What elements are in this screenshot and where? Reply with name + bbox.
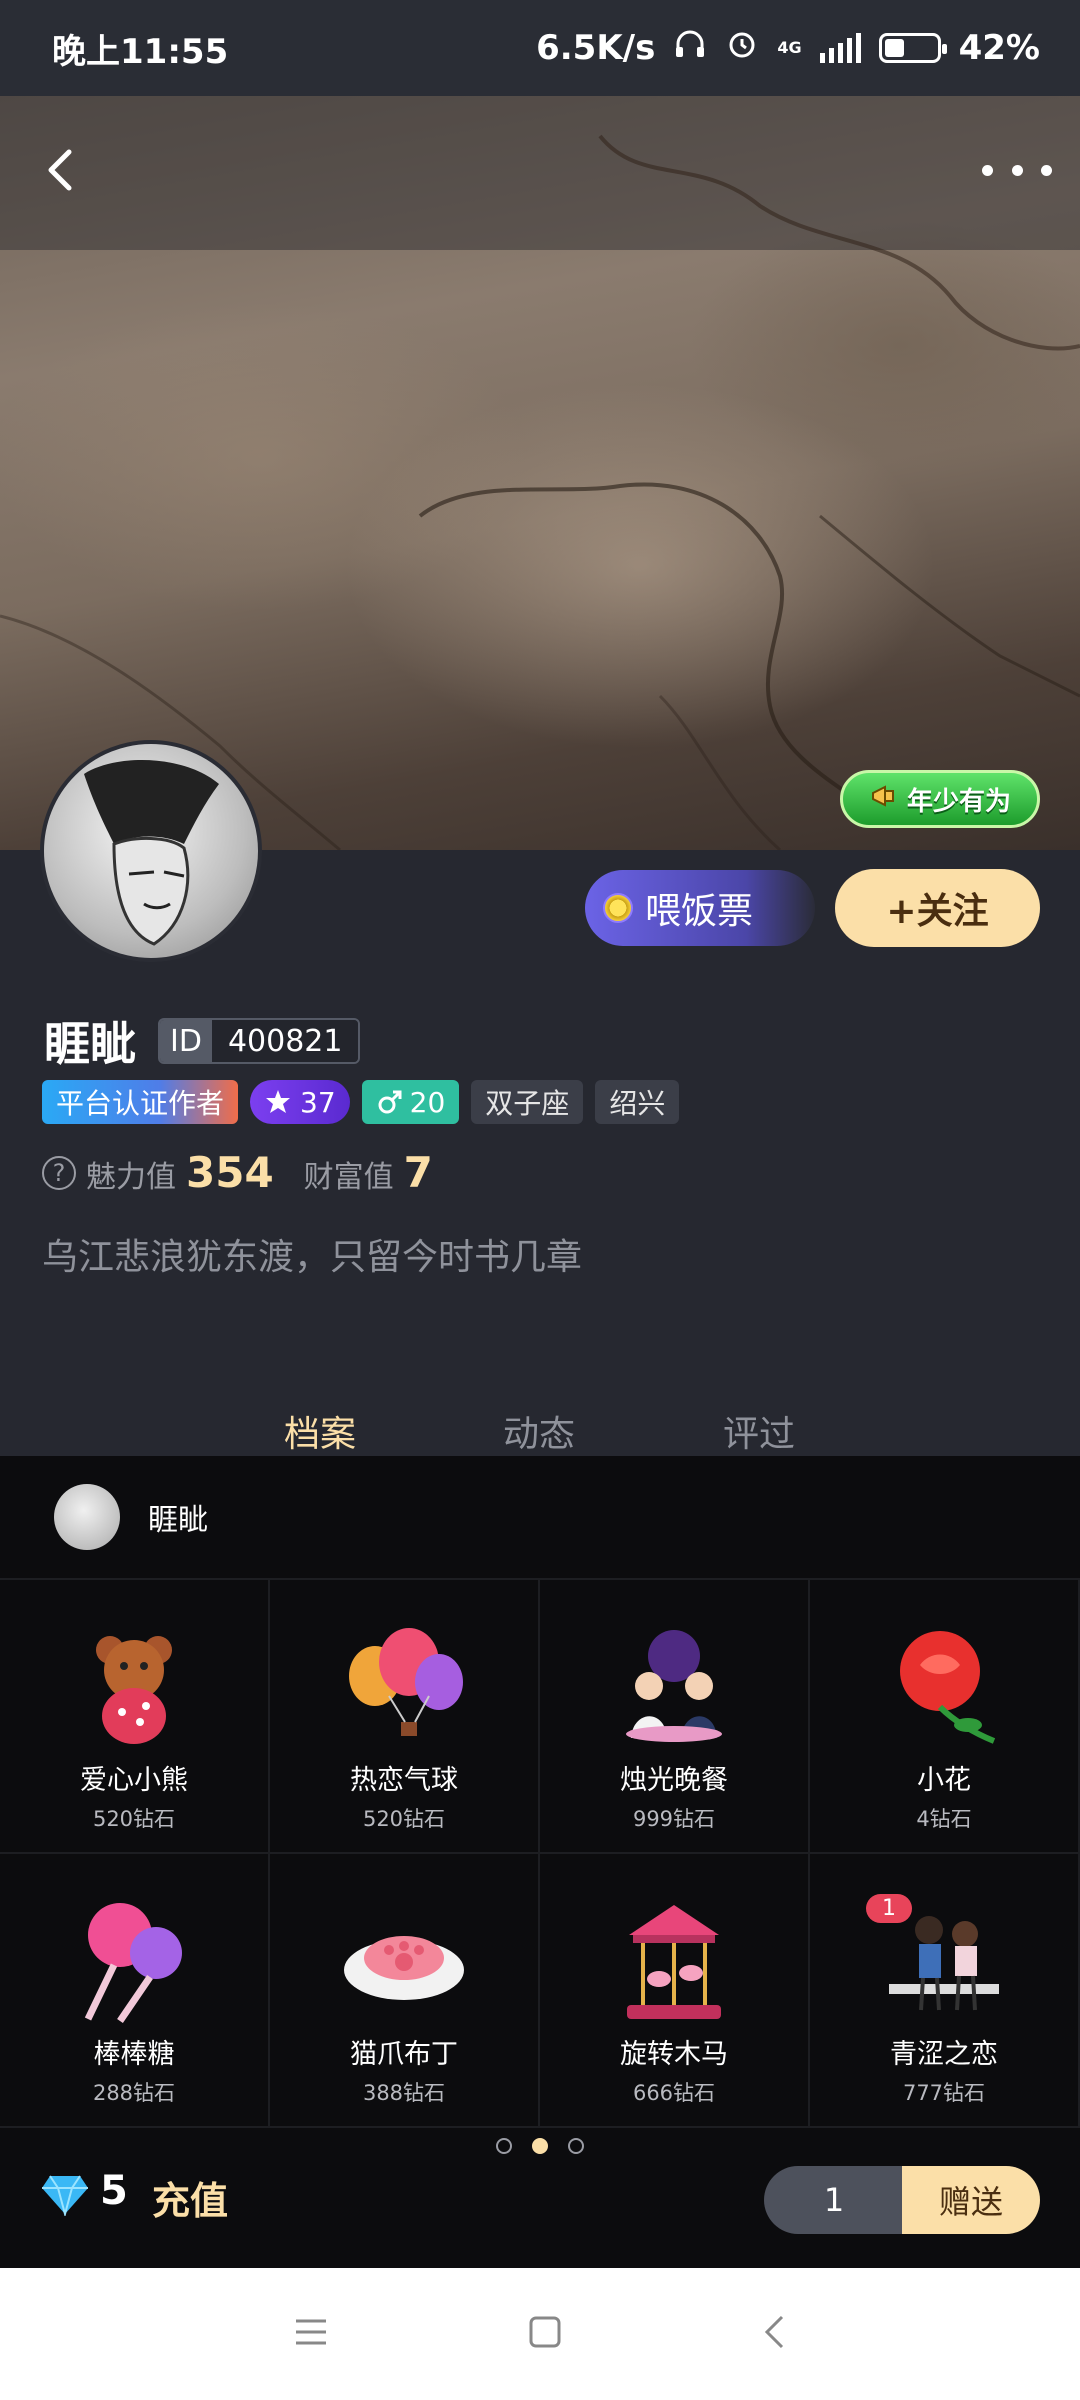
net-speed: 6.5K/s bbox=[536, 28, 656, 68]
lollipop-icon bbox=[64, 1890, 204, 2030]
tab-reviewed[interactable]: 评过 bbox=[723, 1405, 795, 1457]
gift-item[interactable]: 热恋气球 520钻石 bbox=[270, 1580, 540, 1854]
gift-price: 520钻石 bbox=[92, 1807, 176, 1831]
network-type: 4G bbox=[777, 38, 802, 57]
send-gift-button[interactable]: 赠送 bbox=[902, 2166, 1040, 2234]
diamond-balance: 5 bbox=[100, 2168, 128, 2214]
battery-percent: 42% bbox=[958, 28, 1040, 68]
follow-button[interactable]: +关注 bbox=[835, 869, 1040, 947]
status-indicators: 6.5K/s 4G 42% bbox=[536, 27, 1040, 70]
gift-item[interactable]: 爱心小熊 520钻石 bbox=[0, 1580, 270, 1854]
age-value: 20 bbox=[409, 1085, 446, 1119]
rose-icon bbox=[874, 1616, 1014, 1756]
tab-archive[interactable]: 档案 bbox=[284, 1405, 356, 1457]
gift-name: 旋转木马 bbox=[620, 2039, 728, 2070]
megaphone-icon bbox=[869, 781, 899, 818]
gender-age-tag: 20 bbox=[361, 1080, 460, 1124]
profile-stats: ? 魅力值 354 财富值 7 bbox=[42, 1148, 453, 1197]
menu-icon[interactable] bbox=[294, 2317, 328, 2351]
coin-icon bbox=[603, 893, 633, 923]
gift-count-badge: 1 bbox=[866, 1894, 912, 1923]
status-time: 晚上11:55 bbox=[52, 31, 229, 72]
profile-tags: 平台认证作者 37 20 双子座 绍兴 bbox=[42, 1080, 680, 1124]
recipient-name: 睚眦 bbox=[148, 1503, 208, 1538]
gift-item[interactable]: 旋转木马 666钻石 bbox=[540, 1854, 810, 2128]
certified-author-tag[interactable]: 平台认证作者 bbox=[42, 1080, 239, 1124]
feed-ticket-label: 喂饭票 bbox=[645, 891, 754, 932]
youth-badge-label: 年少有为 bbox=[906, 786, 1011, 817]
id-value: 400821 bbox=[211, 1020, 359, 1062]
user-id-box: ID 400821 bbox=[158, 1018, 361, 1064]
signal-icon bbox=[819, 33, 861, 63]
name-row: 睚眦 ID 400821 bbox=[44, 1008, 361, 1074]
gift-price: 999钻石 bbox=[632, 1807, 716, 1831]
hot-air-balloon-icon bbox=[334, 1616, 474, 1756]
avatar[interactable] bbox=[40, 740, 262, 962]
gift-item[interactable]: 烛光晚餐 999钻石 bbox=[540, 1580, 810, 1854]
gift-item[interactable]: 猫爪布丁 388钻石 bbox=[270, 1854, 540, 2128]
back-button[interactable] bbox=[30, 140, 90, 200]
gift-name: 热恋气球 bbox=[350, 1765, 458, 1796]
profile-banner bbox=[0, 96, 1080, 850]
tab-moments[interactable]: 动态 bbox=[503, 1405, 575, 1457]
gift-action-row: 5 充值 1 赠送 bbox=[0, 2148, 1080, 2268]
gift-recipient-row: 睚眦 bbox=[0, 1456, 1080, 1580]
back-nav-icon[interactable] bbox=[762, 2314, 786, 2354]
youth-achievement-badge[interactable]: 年少有为 bbox=[840, 770, 1040, 828]
wealth-label: 财富值 bbox=[303, 1160, 394, 1195]
zodiac-tag: 双子座 bbox=[471, 1080, 584, 1124]
charm-label: 魅力值 bbox=[86, 1160, 176, 1195]
chevron-left-icon bbox=[48, 149, 72, 191]
gift-name: 猫爪布丁 bbox=[350, 2039, 458, 2070]
gift-price: 666钻石 bbox=[632, 2081, 716, 2105]
diamond-icon bbox=[40, 2172, 90, 2220]
wealth-value: 7 bbox=[403, 1148, 433, 1197]
level-value: 37 bbox=[300, 1085, 336, 1119]
charm-value: 354 bbox=[186, 1148, 274, 1197]
avatar-sketch bbox=[84, 760, 219, 946]
gift-price: 288钻石 bbox=[92, 2081, 176, 2105]
battery-icon bbox=[878, 33, 947, 63]
status-bar: 晚上11:55 6.5K/s 4G 42% bbox=[0, 0, 1080, 96]
gift-price: 520钻石 bbox=[362, 1807, 446, 1831]
home-icon[interactable] bbox=[528, 2315, 562, 2353]
profile-bio: 乌江悲浪犹东渡，只留今时书几章 bbox=[42, 1237, 583, 1278]
gift-item[interactable]: 1 青涩之恋 777钻石 bbox=[810, 1854, 1080, 2128]
teddy-bear-icon bbox=[64, 1616, 204, 1756]
profile-name: 睚眦 bbox=[44, 1017, 136, 1071]
help-icon[interactable]: ? bbox=[42, 1155, 76, 1190]
headphone-icon bbox=[673, 27, 707, 70]
gift-grid: 爱心小熊 520钻石 热恋气球 520钻石 烛光晚餐 999钻石 小花 4钻石 bbox=[0, 1580, 1080, 2128]
city-tag: 绍兴 bbox=[595, 1080, 680, 1124]
gift-name: 烛光晚餐 bbox=[620, 1765, 728, 1796]
gift-price: 777钻石 bbox=[902, 2081, 986, 2105]
level-tag[interactable]: 37 bbox=[250, 1080, 350, 1124]
alarm-icon bbox=[725, 27, 759, 70]
cat-paw-pudding-icon bbox=[334, 1890, 474, 2030]
feed-ticket-button[interactable]: 喂饭票 bbox=[585, 870, 815, 946]
gift-price: 4钻石 bbox=[916, 1807, 972, 1831]
more-options-button[interactable] bbox=[982, 150, 1052, 190]
quantity-selector[interactable]: 1 bbox=[764, 2166, 904, 2234]
gift-price: 388钻石 bbox=[362, 2081, 446, 2105]
gift-item[interactable]: 棒棒糖 288钻石 bbox=[0, 1854, 270, 2128]
recipient-avatar bbox=[54, 1484, 120, 1550]
gift-item[interactable]: 小花 4钻石 bbox=[810, 1580, 1080, 1854]
id-label: ID bbox=[160, 1020, 212, 1062]
star-icon bbox=[266, 1090, 291, 1113]
gift-name: 爱心小熊 bbox=[80, 1765, 188, 1796]
recharge-button[interactable]: 充值 bbox=[152, 2170, 228, 2225]
carousel-icon bbox=[604, 1890, 744, 2030]
gift-name: 青涩之恋 bbox=[890, 2039, 998, 2070]
system-nav-bar bbox=[0, 2268, 1080, 2400]
male-icon bbox=[378, 1090, 402, 1114]
profile-tabs: 档案 动态 评过 bbox=[0, 1405, 1080, 1455]
map-texture bbox=[0, 134, 1080, 850]
gift-name: 小花 bbox=[917, 1765, 971, 1796]
candle-dinner-icon bbox=[604, 1616, 744, 1756]
gift-name: 棒棒糖 bbox=[93, 2039, 175, 2070]
